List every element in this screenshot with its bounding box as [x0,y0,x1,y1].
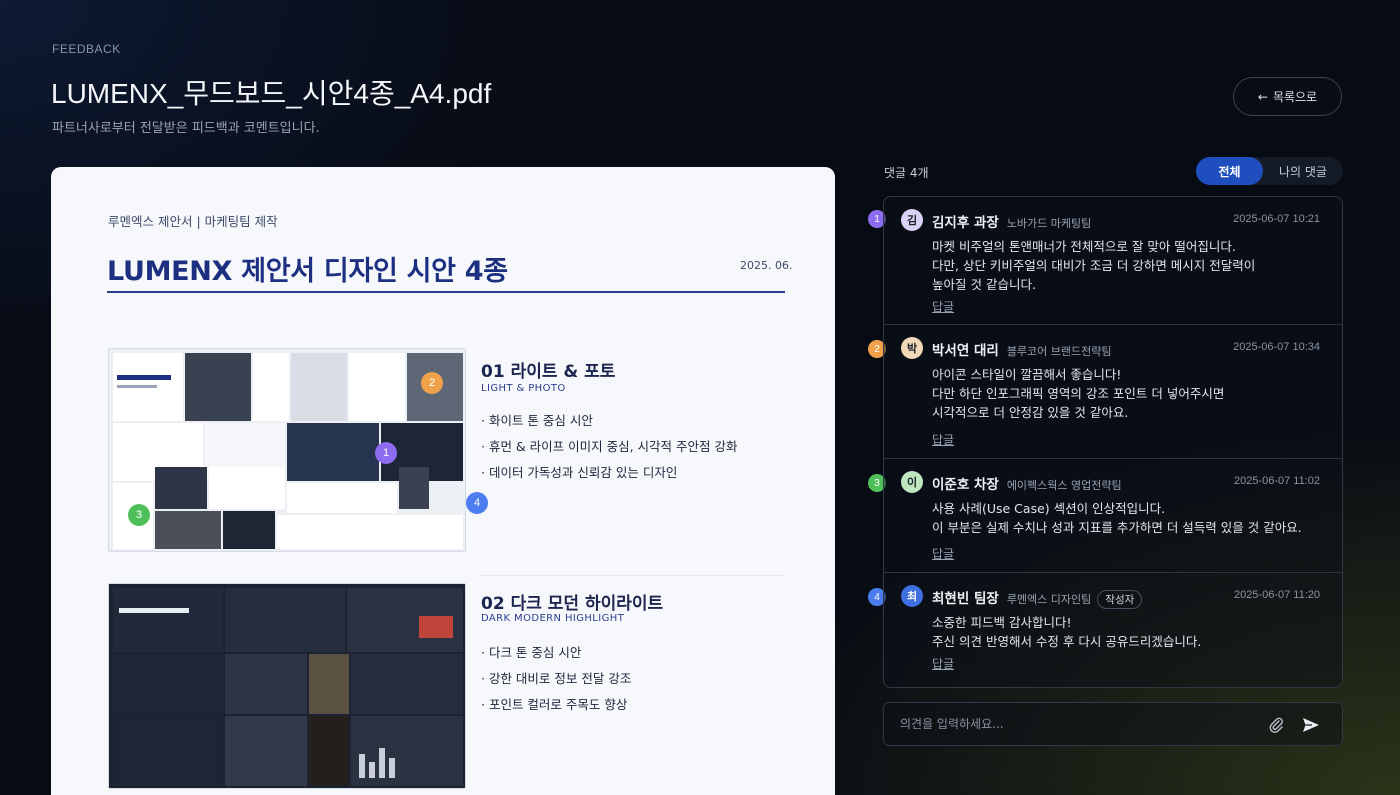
comment-text: 사용 사례(Use Case) 섹션이 인상적입니다. 이 부분은 실제 수치나… [932,501,1302,535]
doc-title: LUMENX 제안서 디자인 시안 4종 [107,256,508,287]
author-org: 노바가드 마케팅팀 [1006,217,1092,230]
comment-input[interactable] [900,703,1260,745]
avatar: 김 [901,209,923,231]
thumbnail-light-photo [108,348,466,552]
comment-text: 소중한 피드백 감사합니다! 주신 의견 반영해서 수정 후 다시 공유드리겠습… [932,615,1202,649]
author-badge: 작성자 [1097,590,1143,609]
comment-pin-2[interactable]: 2 [421,372,443,394]
comment-text: 마켓 비주얼의 톤앤매너가 전체적으로 잘 맞아 떨어집니다. 다만, 상단 키… [932,239,1256,292]
author-org: 에이펙스웍스 영업전략팀 [1006,479,1122,492]
comment-author: 박서연 대리 블루코어 브랜드전략팀 [932,339,1112,359]
eyebrow-label: FEEDBACK [52,42,121,56]
avatar: 박 [901,337,923,359]
section-1-subheading: LIGHT & PHOTO [481,383,566,394]
comment-item: 이 이준호 차장 에이펙스웍스 영업전략팀 2025-06-07 11:02 사용… [884,459,1342,573]
comment-author: 이준호 차장 에이펙스웍스 영업전략팀 [932,473,1122,493]
comment-count: 댓글 4개 [884,166,929,180]
reply-link[interactable]: 답글 [932,298,954,315]
comment-timestamp: 2025-06-07 10:34 [1233,341,1320,353]
back-to-list-button[interactable]: ← 목록으로 [1233,77,1342,116]
section-1-heading: 01 라이트 & 포토 [481,362,616,382]
arrow-left-icon: ← [1257,89,1268,104]
reply-link[interactable]: 답글 [932,655,954,672]
doc-title-rule [107,291,785,293]
section-2-heading: 02 다크 모던 하이라이트 [481,594,664,614]
section-2-bullet: · 다크 톤 중심 시안 [481,645,582,660]
author-name: 김지후 과장 [932,215,999,231]
author-name: 최현빈 팀장 [932,591,999,607]
doc-eyebrow: 루멘엑스 제안서 | 마케팅팀 제작 [108,214,278,229]
comment-timestamp: 2025-06-07 10:21 [1233,213,1320,225]
comment-pin-3[interactable]: 3 [128,504,150,526]
section-1-bullet: · 화이트 톤 중심 시안 [481,413,593,428]
comment-pin-1[interactable]: 1 [375,442,397,464]
comment-author: 김지후 과장 노바가드 마케팅팀 [932,211,1091,231]
page-subtitle: 파트너사로부터 전달받은 피드백과 코멘트입니다. [52,121,320,136]
section-1-bullet: · 휴먼 & 라이프 이미지 중심, 시각적 주안점 강화 [481,439,738,454]
author-name: 이준호 차장 [932,477,999,493]
page-title: LUMENX_무드보드_시안4종_A4.pdf [51,78,492,109]
author-org: 루멘엑스 디자인팀 [1006,593,1092,606]
section-1-bullet: · 데이터 가독성과 신뢰감 있는 디자인 [481,465,678,480]
author-name: 박서연 대리 [932,343,999,359]
filter-all-tab[interactable]: 전체 [1196,157,1263,185]
doc-date: 2025. 06. [740,259,793,272]
section-divider [481,575,785,576]
section-2-bullet: · 포인트 컬러로 주목도 향상 [481,697,628,712]
section-2-bullet: · 강한 대비로 정보 전달 강조 [481,671,632,686]
reply-link[interactable]: 답글 [932,431,954,448]
comment-item: 김 김지후 과장 노바가드 마케팅팀 2025-06-07 10:21 마켓 비주… [884,197,1342,325]
document-preview: 루멘엑스 제안서 | 마케팅팀 제작 LUMENX 제안서 디자인 시안 4종 … [51,167,835,795]
thumbnail-dark-modern [108,583,466,789]
filter-mine-tab[interactable]: 나의 댓글 [1263,157,1343,185]
reply-link[interactable]: 답글 [932,545,954,562]
comment-filter-toggle: 전체 나의 댓글 [1196,157,1343,185]
comment-timestamp: 2025-06-07 11:20 [1233,589,1320,601]
send-icon[interactable] [1301,715,1321,735]
comment-input-bar [883,702,1343,746]
comment-pin-4[interactable]: 4 [466,492,488,514]
comment-item: 최 최현빈 팀장 루멘엑스 디자인팀 작성자 2025-06-07 11:20 소중… [884,573,1342,687]
comment-author: 최현빈 팀장 루멘엑스 디자인팀 작성자 [932,587,1143,609]
section-2-subheading: DARK MODERN HIGHLIGHT [481,613,625,624]
avatar: 이 [901,471,923,493]
comment-item: 박 박서연 대리 블루코어 브랜드전략팀 2025-06-07 10:34 아이콘… [884,325,1342,459]
author-org: 블루코어 브랜드전략팀 [1006,345,1112,358]
thumbnail-dark-mosaic [109,584,465,788]
comment-text: 아이콘 스타일이 깔끔해서 좋습니다! 다만 하단 인포그래픽 영역의 강조 포… [932,367,1225,420]
paperclip-icon[interactable] [1266,715,1286,735]
comment-list: 김 김지후 과장 노바가드 마케팅팀 2025-06-07 10:21 마켓 비주… [883,196,1343,688]
back-button-label: 목록으로 [1272,90,1318,104]
thumbnail-light-mosaic [109,349,465,551]
comment-timestamp: 2025-06-07 11:02 [1233,475,1320,487]
avatar: 최 [901,585,923,607]
